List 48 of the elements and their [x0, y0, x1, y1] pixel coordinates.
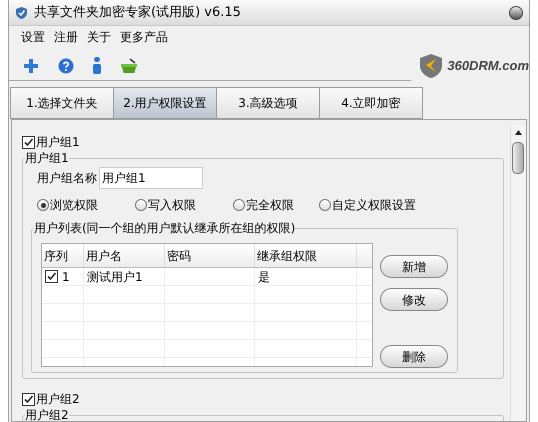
radio-label: 浏览权限 — [50, 197, 98, 214]
column-header[interactable]: 密码 — [165, 244, 255, 267]
help-icon[interactable] — [58, 58, 74, 74]
action-button[interactable]: 新增 — [380, 255, 448, 278]
scrollbar[interactable] — [510, 125, 525, 421]
scroll-up-icon[interactable] — [514, 130, 522, 135]
table-cell-text: 是 — [258, 268, 270, 286]
menu-item[interactable]: 注册 — [54, 28, 78, 46]
action-button[interactable]: 修改 — [380, 288, 448, 311]
radio-button[interactable] — [233, 199, 245, 211]
shield-icon — [15, 6, 28, 20]
close-button[interactable] — [509, 6, 523, 20]
checkbox-label: 用户组2 — [36, 391, 80, 408]
action-button[interactable]: 删除 — [380, 345, 448, 368]
checkbox-label: 用户组1 — [36, 134, 80, 151]
radio-button[interactable] — [37, 199, 49, 211]
frame-title: 用户组1 — [25, 150, 69, 166]
basket-icon[interactable] — [120, 58, 138, 74]
table-cell-text: 1 — [62, 268, 70, 286]
radio-label: 完全权限 — [246, 197, 294, 214]
logo-text: 360DRM.com — [447, 57, 529, 76]
column-header[interactable]: 继承组权限 — [255, 244, 357, 267]
radio-button[interactable] — [135, 199, 147, 211]
tab[interactable]: 3.高级选项 — [216, 87, 320, 119]
menu-item[interactable]: 更多产品 — [120, 28, 168, 46]
checkbox[interactable] — [45, 270, 58, 283]
tab[interactable]: 4.立即加密 — [319, 87, 423, 119]
tab[interactable]: 1.选择文件夹 — [10, 87, 114, 119]
checkbox[interactable] — [22, 136, 35, 148]
menu-item[interactable]: 关于 — [87, 28, 111, 46]
table-cell-text: 测试用户1 — [87, 268, 143, 286]
column-header[interactable]: 序列 — [42, 244, 84, 267]
shield-logo-icon — [419, 53, 444, 79]
radio-label: 写入权限 — [148, 197, 196, 214]
person-icon[interactable] — [93, 57, 101, 74]
menu-item[interactable]: 设置 — [21, 28, 45, 46]
checkbox[interactable] — [22, 392, 35, 406]
tab[interactable]: 2.用户权限设置 — [113, 87, 217, 119]
radio-button[interactable] — [319, 199, 331, 211]
plus-icon[interactable] — [23, 58, 39, 74]
radio-label: 自定义权限设置 — [332, 197, 416, 214]
name-field[interactable]: 用户组1 — [99, 167, 203, 189]
window-title: 共享文件夹加密专家(试用版) v6.15 — [34, 4, 241, 22]
field-label: 用户组名称 — [37, 170, 97, 187]
column-header[interactable]: 用户名 — [84, 244, 165, 267]
scroll-thumb[interactable] — [512, 142, 524, 174]
frame-title: 用户列表(同一个组的用户默认继承所在组的权限) — [34, 220, 296, 236]
frame-title: 用户组2 — [25, 407, 69, 421]
